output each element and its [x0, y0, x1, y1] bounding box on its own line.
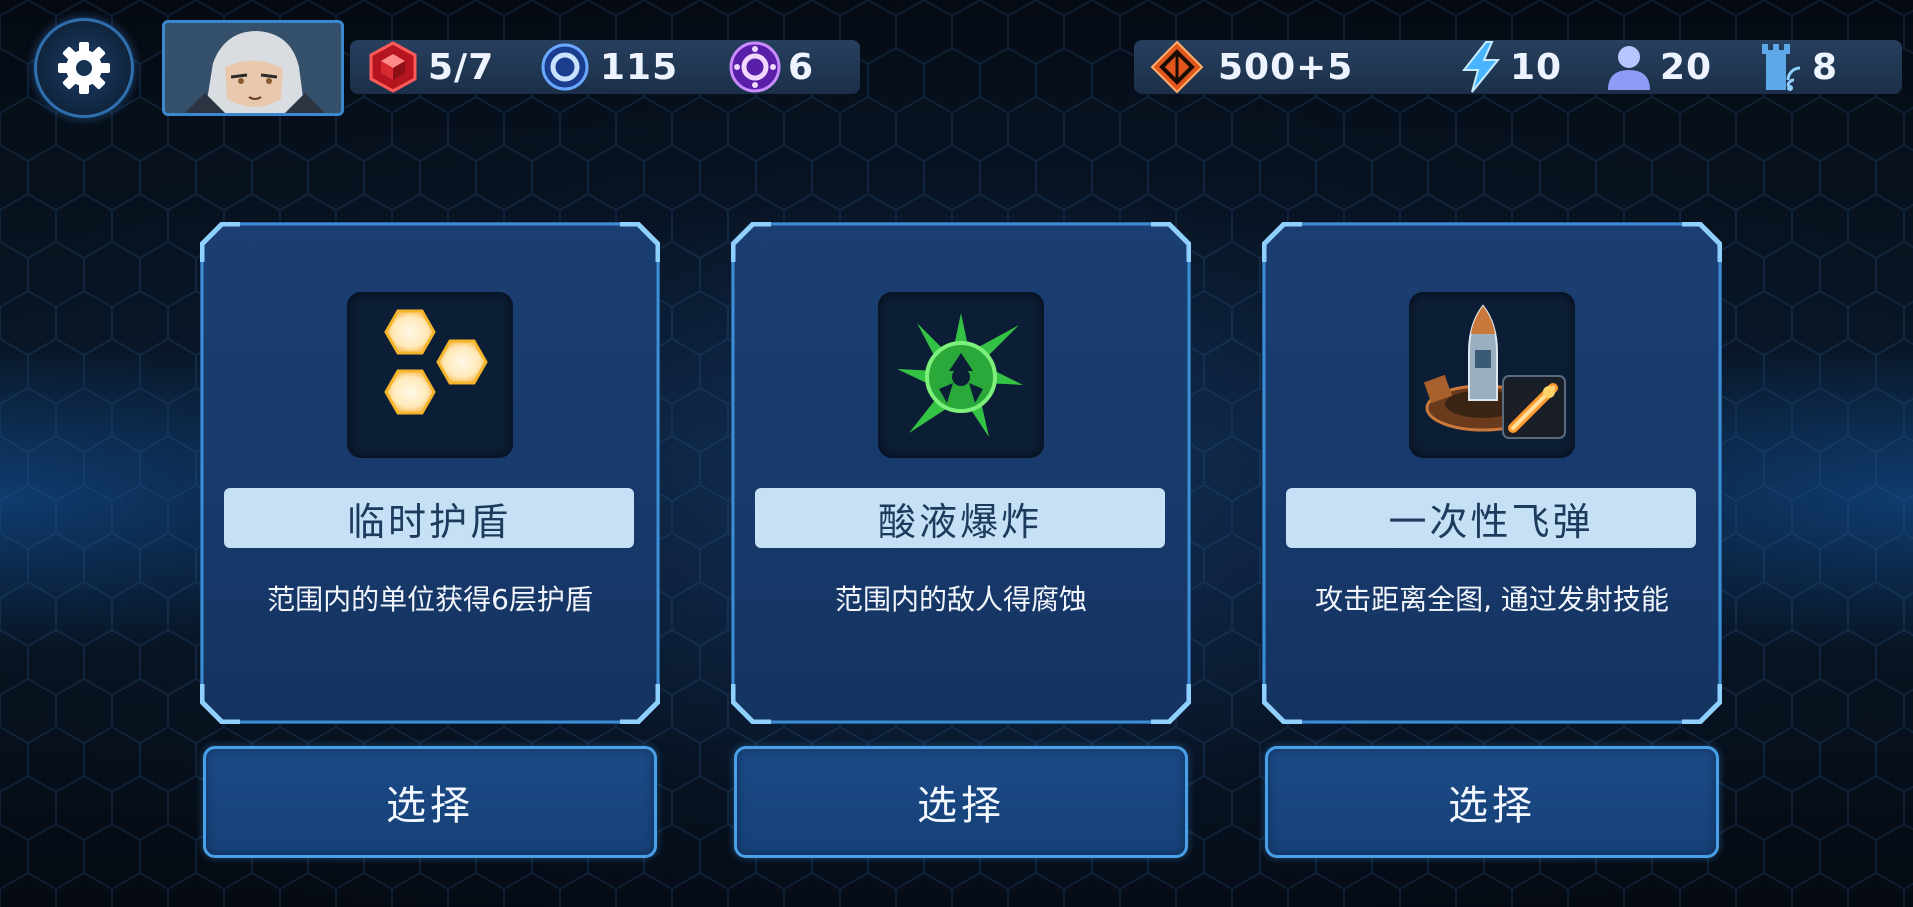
- card-description: 范围内的单位获得6层护盾: [267, 583, 593, 616]
- resource-red-cube: 5/7: [366, 40, 494, 94]
- card-title: 一次性飞弹: [1286, 488, 1696, 548]
- game-screen: 5/7 115 6 500+5 10 20 8 临时护盾 范围内的单位获得6层护…: [0, 0, 1913, 907]
- resource-bar-left: 5/7 115 6: [350, 40, 860, 94]
- purple-orb-icon: [729, 41, 781, 93]
- commander-avatar[interactable]: [162, 20, 344, 116]
- tower-signal-icon: [1762, 44, 1801, 91]
- resource-purple-orb: 6: [728, 40, 814, 94]
- select-button-shield[interactable]: 选择: [203, 746, 657, 858]
- card-title: 临时护盾: [224, 488, 634, 548]
- resource-energy: 10: [1454, 40, 1562, 94]
- energy-value: 10: [1510, 46, 1563, 88]
- red-cube-value: 5/7: [428, 46, 495, 88]
- purple-orb-value: 6: [788, 46, 815, 88]
- skill-card-acid[interactable]: 酸液爆炸 范围内的敌人得腐蚀: [731, 222, 1191, 724]
- orange-diamond-icon: [1150, 40, 1204, 94]
- resource-population: 20: [1602, 40, 1712, 94]
- select-button-missile[interactable]: 选择: [1265, 746, 1719, 858]
- missile-silo-icon: [1417, 300, 1567, 450]
- acid-burst-icon: [891, 305, 1031, 445]
- orange-diamond-value: 500+5: [1218, 46, 1354, 88]
- resource-orange-diamond: 500+5: [1150, 40, 1353, 94]
- card-description: 攻击距离全图, 通过发射技能: [1315, 583, 1669, 616]
- card-icon-frame: [1409, 292, 1575, 458]
- skill-card-missile[interactable]: 一次性飞弹 攻击距离全图, 通过发射技能: [1262, 222, 1722, 724]
- card-icon-frame: [878, 292, 1044, 458]
- card-icon-frame: [347, 292, 513, 458]
- blue-ring-icon: [541, 43, 589, 91]
- gear-icon: [58, 42, 110, 94]
- card-description: 范围内的敌人得腐蚀: [834, 583, 1087, 616]
- honeycomb-shield-icon: [360, 305, 500, 445]
- red-cube-icon: [369, 41, 417, 93]
- resource-bar-right: 500+5 10 20 8: [1134, 40, 1902, 94]
- settings-button[interactable]: [34, 18, 134, 118]
- tower-value: 8: [1812, 46, 1839, 88]
- resource-tower: 8: [1754, 40, 1838, 94]
- select-button-acid[interactable]: 选择: [734, 746, 1188, 858]
- lightning-icon: [1461, 41, 1501, 93]
- population-icon: [1608, 46, 1650, 90]
- card-title: 酸液爆炸: [755, 488, 1165, 548]
- commander-portrait-icon: [165, 23, 341, 113]
- resource-blue-ring: 115: [538, 40, 678, 94]
- skill-card-shield[interactable]: 临时护盾 范围内的单位获得6层护盾: [200, 222, 660, 724]
- population-value: 20: [1660, 46, 1713, 88]
- blue-ring-value: 115: [600, 46, 679, 88]
